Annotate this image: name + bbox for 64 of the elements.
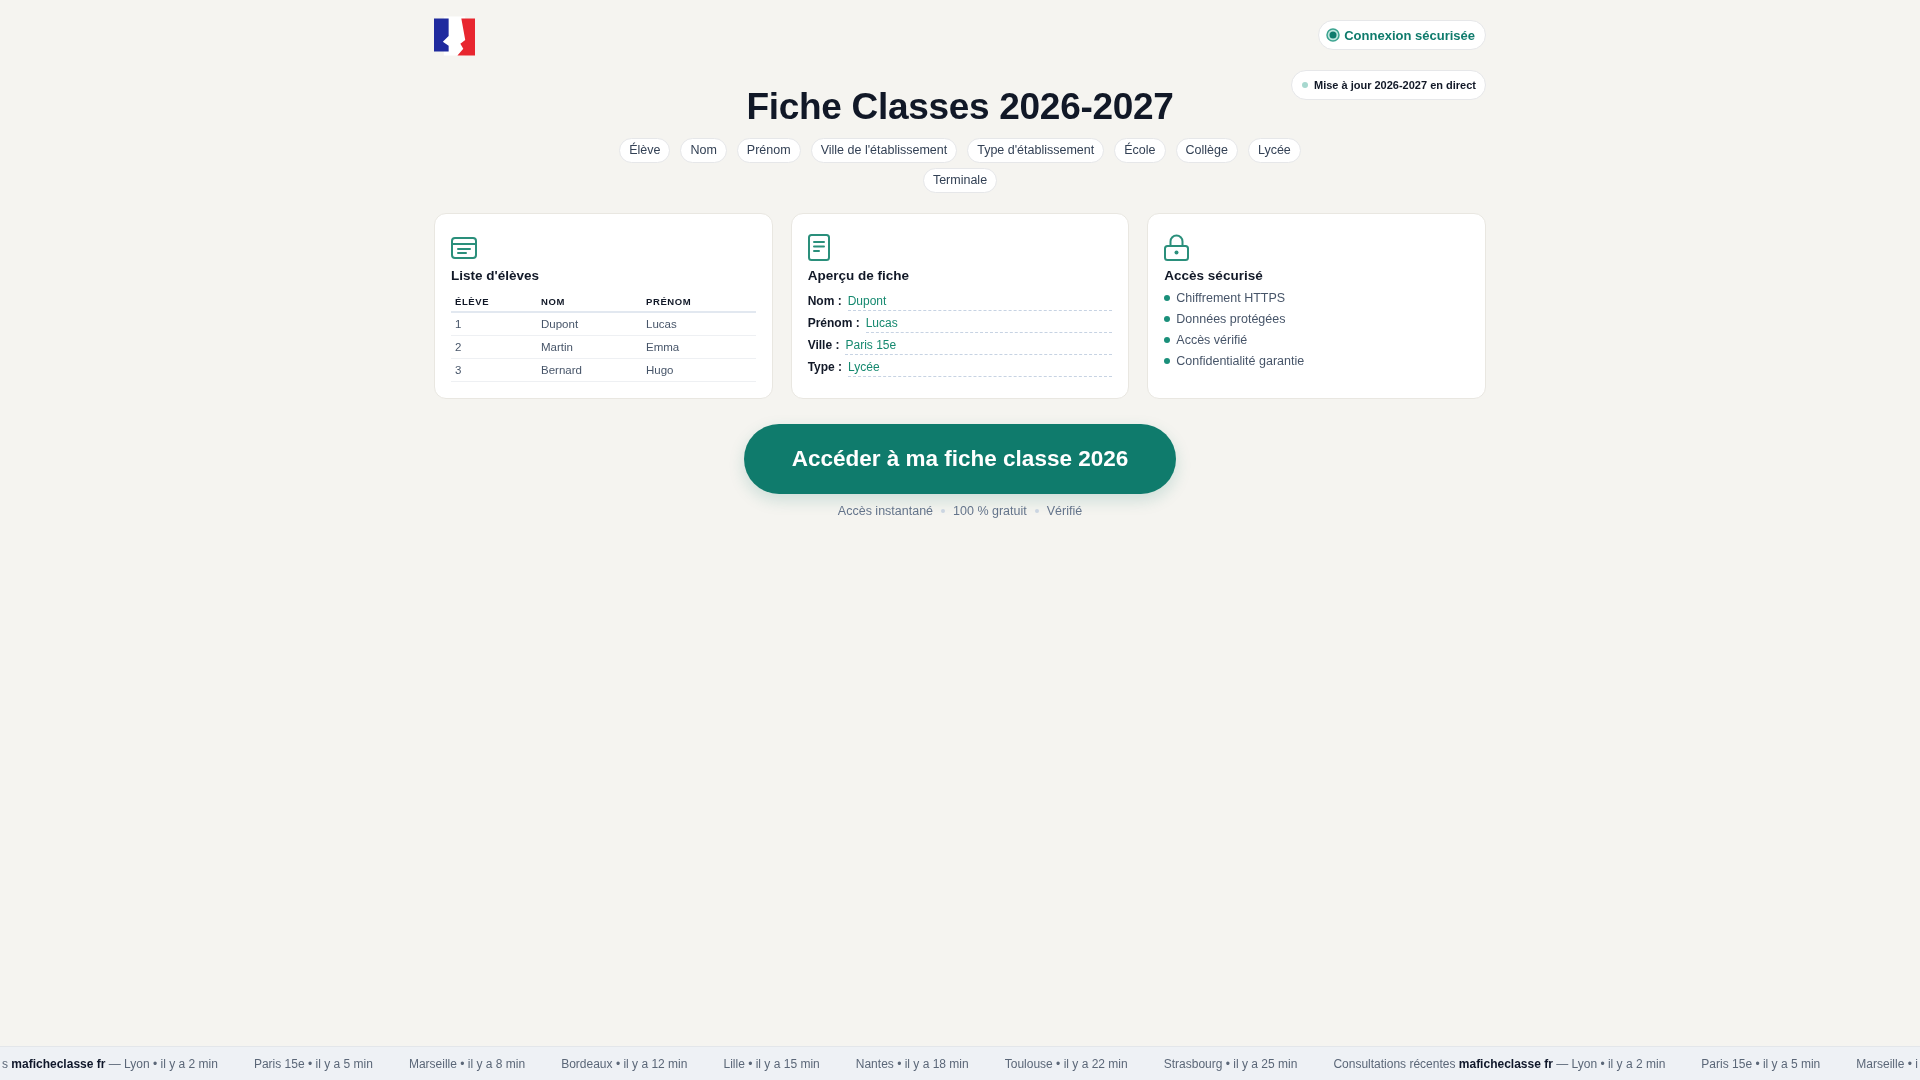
bullet-dot-icon [1164, 294, 1171, 301]
column-header: ÉLÈVE [451, 291, 537, 312]
table-cell: 2 [451, 335, 537, 359]
keyword-chip: Terminale [922, 168, 998, 193]
list-item-text: Accès vérifié [1176, 332, 1248, 347]
list-card-icon [451, 237, 477, 259]
ticker-item: Marseille • i [1856, 1056, 1918, 1071]
keyword-chip: Prénom [736, 138, 801, 163]
ticker-item: Bordeaux • il y a 12 min [561, 1056, 688, 1071]
column-header: PRÉNOM [642, 291, 756, 312]
bullet-dot-icon [1164, 315, 1171, 322]
list-item-text: Confidentialité garantie [1176, 353, 1305, 368]
keyword-chip: Nom [680, 138, 727, 163]
live-dot-icon [1301, 82, 1308, 88]
feature-text: Accès instantané [837, 503, 934, 519]
list-item-text: Données protégées [1176, 311, 1286, 326]
keyword-chip: Collège [1175, 138, 1238, 163]
keyword-chip: École [1114, 138, 1166, 163]
column-header: NOM [537, 291, 642, 312]
ticker-item: Consultations récentes maficheclasse fr — Lyon • il y a 2 min [1333, 1056, 1666, 1071]
connection-status-text: Connexion sécurisée [1344, 27, 1475, 43]
field-label: Type : [807, 360, 843, 376]
field-value: Dupont [847, 294, 1113, 311]
ticker-item: Strasbourg • il y a 25 min [1163, 1056, 1298, 1071]
keyword-chip: Ville de l'établissement [810, 138, 958, 163]
ticker-item: Paris 15e • il y a 5 min [253, 1056, 373, 1071]
field-value: Lucas [865, 316, 1113, 333]
feature-text: Vérifié [1046, 503, 1083, 519]
document-icon [807, 234, 830, 261]
table-cell: Bernard [537, 358, 642, 382]
ticker-item: s maficheclasse fr — Lyon • il y a 2 min [2, 1056, 218, 1071]
ticker-item: Lille • il y a 15 min [723, 1056, 820, 1071]
page-title: Fiche Classes 2026-2027 [746, 85, 1174, 129]
bullet-dot-icon [1164, 336, 1171, 343]
bullet-dot-icon [1164, 357, 1171, 364]
field-value: Lycée [848, 360, 1113, 377]
card-title: Aperçu de fiche [807, 267, 910, 285]
table-cell: Emma [642, 335, 756, 359]
access-sheet-button[interactable]: Accéder à ma fiche classe 2026 [744, 424, 1176, 494]
feature-text: 100 % gratuit [953, 503, 1027, 519]
table-cell: 3 [451, 358, 537, 382]
field-label: Prénom : [807, 316, 860, 332]
keyword-chip: Type d'établissement [967, 138, 1105, 163]
table-cell: Martin [537, 335, 642, 359]
table-cell: Lucas [642, 312, 756, 336]
ticker-item: Marseille • il y a 8 min [408, 1056, 526, 1071]
table-cell: Hugo [642, 358, 756, 382]
ticker-item: Nantes • il y a 18 min [855, 1056, 969, 1071]
keyword-chip: Lycée [1247, 138, 1301, 163]
field-label: Ville : [807, 338, 840, 354]
tricolor-logo [434, 16, 475, 56]
card-title: Accès sécurisé [1164, 267, 1264, 285]
table-cell: 1 [451, 312, 537, 336]
table-cell: Dupont [537, 312, 642, 336]
card-title: Liste d'élèves [451, 267, 540, 285]
list-item-text: Chiffrement HTTPS [1176, 290, 1286, 305]
update-status-text: Mise à jour 2026-2027 en direct [1313, 79, 1476, 91]
ticker-item: Paris 15e • il y a 5 min [1701, 1056, 1821, 1071]
field-label: Nom : [807, 294, 842, 310]
lock-icon [1164, 234, 1190, 261]
keyword-chip: Élève [619, 138, 671, 163]
field-value: Paris 15e [845, 338, 1113, 355]
ticker-item: Toulouse • il y a 22 min [1004, 1056, 1128, 1071]
status-ring-icon [1326, 28, 1341, 42]
